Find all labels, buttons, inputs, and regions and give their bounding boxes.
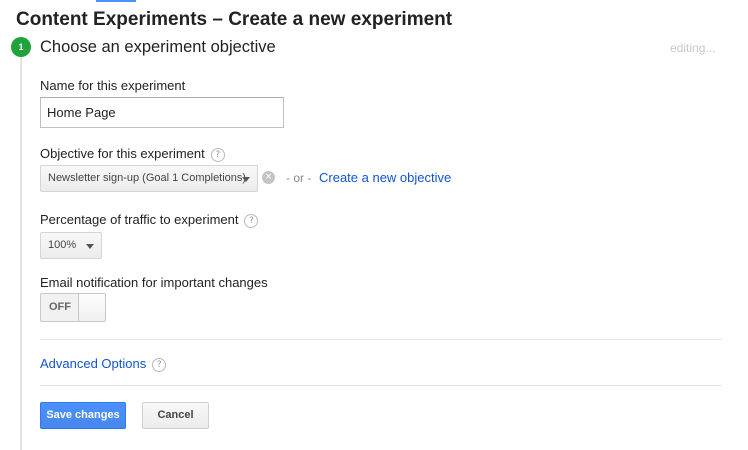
traffic-select-value: 100% xyxy=(48,239,77,251)
chevron-down-icon xyxy=(86,244,94,249)
advanced-options-help-icon[interactable]: ? xyxy=(152,358,167,372)
save-changes-button[interactable]: Save changes xyxy=(40,402,126,429)
traffic-help-icon[interactable]: ? xyxy=(244,214,259,228)
chevron-down-icon xyxy=(242,177,250,182)
toggle-state-label: OFF xyxy=(49,301,71,313)
advanced-options-row: Advanced Options? xyxy=(40,356,167,372)
experiment-name-input[interactable] xyxy=(40,97,284,128)
or-separator: - or - xyxy=(286,171,312,185)
advanced-options-link[interactable]: Advanced Options xyxy=(40,356,146,371)
traffic-label: Percentage of traffic to experiment? xyxy=(40,212,259,228)
step-rail xyxy=(20,54,22,450)
section-divider xyxy=(40,339,722,340)
objective-label-text: Objective for this experiment xyxy=(40,146,205,161)
top-accent-strip xyxy=(96,0,136,2)
experiment-name-label: Name for this experiment xyxy=(40,78,185,93)
objective-label: Objective for this experiment? xyxy=(40,146,225,162)
step-title: Choose an experiment objective xyxy=(40,38,276,56)
traffic-select[interactable]: 100% xyxy=(40,232,102,259)
toggle-knob[interactable] xyxy=(78,294,105,321)
section-divider xyxy=(40,385,722,386)
objective-select[interactable]: Newsletter sign-up (Goal 1 Completions) xyxy=(40,165,258,192)
email-notification-toggle[interactable]: OFF xyxy=(40,293,106,322)
cancel-button[interactable]: Cancel xyxy=(142,402,209,429)
traffic-label-text: Percentage of traffic to experiment xyxy=(40,212,239,227)
step-status: editing... xyxy=(670,41,716,55)
experiment-name-label-text: Name for this experiment xyxy=(40,78,186,93)
clear-objective-icon[interactable]: × xyxy=(262,171,275,184)
step-number-badge: 1 xyxy=(11,37,31,57)
objective-select-value: Newsletter sign-up (Goal 1 Completions) xyxy=(48,172,247,184)
email-notification-label: Email notification for important changes xyxy=(40,275,268,290)
page-title: Content Experiments – Create a new exper… xyxy=(16,9,453,30)
objective-help-icon[interactable]: ? xyxy=(210,148,225,162)
create-objective-link[interactable]: Create a new objective xyxy=(319,170,451,185)
email-notification-label-text: Email notification for important changes xyxy=(40,275,268,290)
